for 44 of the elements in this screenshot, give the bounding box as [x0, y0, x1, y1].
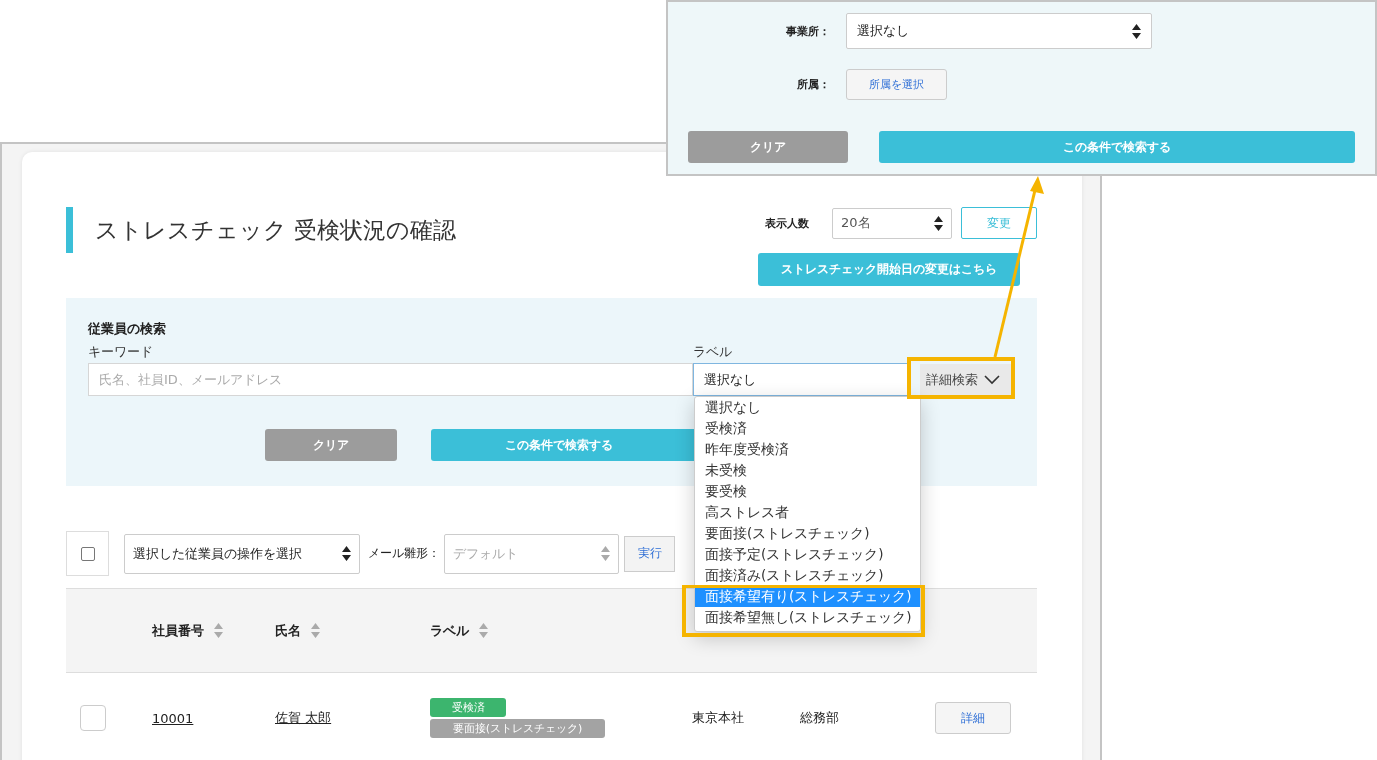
sort-icon — [479, 623, 488, 638]
mail-template-label: メール雛形： — [368, 545, 440, 562]
keyword-label: キーワード — [88, 344, 154, 361]
dropdown-option[interactable]: 要受検 — [695, 481, 920, 502]
label-tag: 受検済 — [430, 698, 506, 717]
label-tag: 要面接(ストレスチェック) — [430, 719, 605, 738]
column-header[interactable]: 社員番号 — [152, 621, 204, 640]
dropdown-option[interactable]: 要面接(ストレスチェック) — [695, 523, 920, 544]
dropdown-option[interactable]: 面接済み(ストレスチェック) — [695, 565, 920, 586]
column-header[interactable]: 氏名 — [275, 621, 301, 640]
display-count-select[interactable]: 20名 — [832, 207, 952, 239]
select-arrows-icon — [342, 546, 351, 561]
dropdown-option[interactable]: 選択なし — [695, 397, 920, 418]
checkbox[interactable] — [80, 546, 95, 561]
label-select[interactable]: 選択なし — [693, 363, 910, 396]
select-arrows-icon — [934, 215, 943, 231]
dropdown-option[interactable]: 未受検 — [695, 460, 920, 481]
sort-icon — [214, 623, 223, 638]
column-header[interactable]: ラベル — [430, 621, 469, 640]
office-label: 事業所： — [785, 23, 830, 39]
sort-icon — [311, 623, 320, 638]
department-label: 所属： — [796, 77, 830, 92]
label-label: ラベル — [693, 344, 733, 361]
chevron-down-icon — [984, 374, 1000, 385]
keyword-field[interactable]: 氏名、社員ID、メールアドレス — [88, 363, 693, 396]
department-select-button[interactable]: 所属を選択 — [846, 69, 947, 100]
dropdown-option[interactable]: 高ストレス者 — [695, 502, 920, 523]
table-cell-text: 総務部 — [800, 709, 840, 727]
advanced-search-button[interactable]: 詳細検索 — [920, 364, 1012, 395]
table-cell-text: 東京本社 — [692, 709, 745, 727]
page-title: ストレスチェック 受検状況の確認 — [66, 207, 457, 253]
search-heading: 従業員の検索 — [88, 320, 167, 338]
select-arrows-icon — [601, 546, 610, 561]
dropdown-option[interactable]: 面接希望無し(ストレスチェック) — [695, 607, 920, 628]
employee-id-link[interactable]: 10001 — [152, 710, 194, 726]
action-select[interactable]: 選択した従業員の操作を選択 — [124, 533, 360, 574]
office-select[interactable]: 選択なし — [846, 13, 1152, 49]
detail-button[interactable]: 詳細 — [935, 702, 1011, 734]
display-count-label: 表示人数 — [765, 215, 809, 231]
dropdown-option[interactable]: 面接予定(ストレスチェック) — [695, 544, 920, 565]
run-button[interactable]: 実行 — [624, 535, 675, 572]
row-checkbox[interactable] — [80, 705, 106, 731]
select-arrows-icon — [1132, 23, 1141, 39]
employee-name-link[interactable]: 佐賀 太郎 — [275, 710, 332, 725]
